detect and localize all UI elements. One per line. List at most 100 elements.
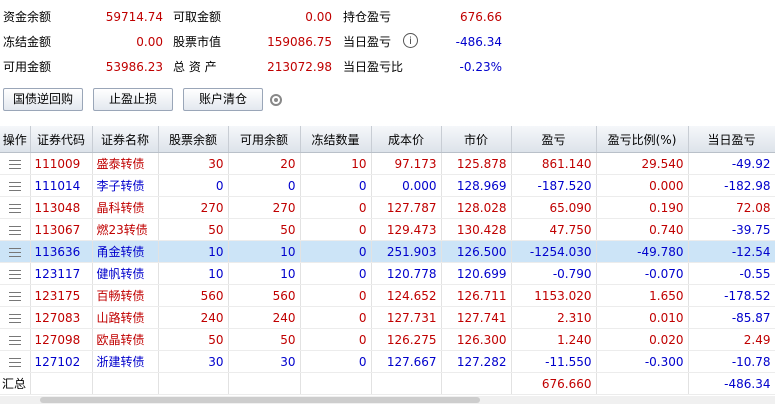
- total-label: 汇总: [0, 372, 31, 395]
- scrollbar-thumb[interactable]: [40, 397, 480, 403]
- col-header[interactable]: 盈亏: [511, 126, 597, 153]
- menu-icon[interactable]: [8, 291, 21, 301]
- gear-icon[interactable]: [270, 94, 282, 106]
- row-menu-cell[interactable]: [0, 174, 31, 197]
- col-header[interactable]: 市价: [441, 126, 512, 153]
- cell-name: 燃23转债: [92, 218, 159, 241]
- cell-balance: 30: [158, 152, 229, 175]
- row-menu-cell[interactable]: [0, 262, 31, 285]
- cell-daily-pnl: 2.49: [688, 328, 775, 351]
- row-menu-cell[interactable]: [0, 284, 31, 307]
- table-row[interactable]: 123175 百畅转债 560 560 0 124.652 126.711 1153.020 1…: [0, 284, 775, 307]
- cell-pnl: -0.790: [511, 262, 597, 285]
- cell-pnl: -11.550: [511, 350, 597, 373]
- table-row[interactable]: 127083 山路转债 240 240 0 127.731 127.741 2.310 0.01…: [0, 306, 775, 329]
- cell-price: 120.699: [441, 262, 512, 285]
- cell-available: 30: [228, 350, 301, 373]
- menu-icon[interactable]: [8, 225, 21, 235]
- table-row[interactable]: 113636 甬金转债 10 10 0 251.903 126.500 -1254.030 -4…: [0, 240, 775, 263]
- cell-pnl-ratio: 1.650: [596, 284, 689, 307]
- col-header[interactable]: 证券名称: [92, 126, 159, 153]
- cell-balance: 50: [158, 218, 229, 241]
- col-header[interactable]: 证券代码: [30, 126, 93, 153]
- table-row[interactable]: 111009 盛泰转债 30 20 10 97.173 125.878 861.140 29.5…: [0, 152, 775, 175]
- frozen-value: 0.00: [136, 35, 163, 49]
- cell-code: 127102: [30, 350, 93, 373]
- cell-frozen: 10: [300, 152, 372, 175]
- table-row[interactable]: 113067 燃23转债 50 50 0 129.473 130.428 47.750 0.74…: [0, 218, 775, 241]
- cell-cost: 124.652: [371, 284, 442, 307]
- cell-price: 126.711: [441, 284, 512, 307]
- row-menu-cell[interactable]: [0, 196, 31, 219]
- table-row[interactable]: 127098 欧晶转债 50 50 0 126.275 126.300 1.240 0.020 2…: [0, 328, 775, 351]
- col-header[interactable]: 盈亏比例(%): [596, 126, 689, 153]
- cell-cost: 251.903: [371, 240, 442, 263]
- total-assets-label: 总 资 产: [173, 60, 217, 74]
- table-row[interactable]: 113048 晶科转债 270 270 0 127.787 128.028 65.090 0.1…: [0, 196, 775, 219]
- menu-icon[interactable]: [8, 159, 21, 169]
- menu-icon[interactable]: [8, 181, 21, 191]
- col-header[interactable]: 当日盈亏: [688, 126, 775, 153]
- menu-icon[interactable]: [8, 313, 21, 323]
- menu-icon[interactable]: [8, 247, 21, 257]
- total-pnl: 676.660: [511, 372, 597, 395]
- cell-cost: 0.000: [371, 174, 442, 197]
- cell-price: 127.282: [441, 350, 512, 373]
- cell-price: 126.300: [441, 328, 512, 351]
- cell-code: 113067: [30, 218, 93, 241]
- cell-name: 晶科转债: [92, 196, 159, 219]
- reverse-repo-button[interactable]: 国债逆回购: [3, 88, 83, 111]
- cell-price: 130.428: [441, 218, 512, 241]
- col-header[interactable]: 股票余额: [158, 126, 229, 153]
- daily-pnl-label: 当日盈亏: [343, 35, 392, 49]
- cell-cost: 127.667: [371, 350, 442, 373]
- col-header[interactable]: 操作: [0, 126, 31, 153]
- cell-available: 0: [228, 174, 301, 197]
- position-pnl-label: 持仓盈亏: [343, 10, 392, 24]
- cell-name: 李子转债: [92, 174, 159, 197]
- fund-balance-value: 59714.74: [105, 10, 163, 24]
- cell-cost: 120.778: [371, 262, 442, 285]
- col-header[interactable]: 成本价: [371, 126, 442, 153]
- cell-pnl-ratio: -0.300: [596, 350, 689, 373]
- menu-icon[interactable]: [8, 357, 21, 367]
- cell-pnl: 1.240: [511, 328, 597, 351]
- frozen-label: 冻结金额: [3, 35, 52, 49]
- horizontal-scrollbar[interactable]: [0, 396, 775, 404]
- clear-account-button[interactable]: 账户清仓: [183, 88, 263, 111]
- cell-frozen: 0: [300, 284, 372, 307]
- col-header[interactable]: 冻结数量: [300, 126, 372, 153]
- row-menu-cell[interactable]: [0, 328, 31, 351]
- market-value-value: 159086.75: [267, 35, 332, 49]
- info-icon[interactable]: i: [403, 33, 418, 48]
- table-row[interactable]: 123117 健帆转债 10 10 0 120.778 120.699 -0.790 -0.07…: [0, 262, 775, 285]
- stop-profit-loss-button[interactable]: 止盈止损: [93, 88, 173, 111]
- position-pnl-value: 676.66: [460, 10, 502, 24]
- row-menu-cell[interactable]: [0, 306, 31, 329]
- menu-icon[interactable]: [8, 335, 21, 345]
- cell-pnl-ratio: 29.540: [596, 152, 689, 175]
- cell-code: 113636: [30, 240, 93, 263]
- table-row[interactable]: 111014 李子转债 0 0 0 0.000 128.969 -187.520 0.000 -1…: [0, 174, 775, 197]
- menu-icon[interactable]: [8, 203, 21, 213]
- row-menu-cell[interactable]: [0, 240, 31, 263]
- row-menu-cell[interactable]: [0, 350, 31, 373]
- cell-cost: 97.173: [371, 152, 442, 175]
- cell-daily-pnl: -39.75: [688, 218, 775, 241]
- cell-price: 125.878: [441, 152, 512, 175]
- cell-pnl: -1254.030: [511, 240, 597, 263]
- row-menu-cell[interactable]: [0, 152, 31, 175]
- col-header[interactable]: 可用余额: [228, 126, 301, 153]
- cell-available: 270: [228, 196, 301, 219]
- total-daily-pnl: -486.34: [688, 372, 775, 395]
- available-label: 可用金额: [3, 60, 52, 74]
- cell-daily-pnl: -85.87: [688, 306, 775, 329]
- cell-pnl: -187.520: [511, 174, 597, 197]
- cell-pnl: 861.140: [511, 152, 597, 175]
- cell-name: 健帆转债: [92, 262, 159, 285]
- menu-icon[interactable]: [8, 269, 21, 279]
- table-row[interactable]: 127102 浙建转债 30 30 0 127.667 127.282 -11.550 -0.3…: [0, 350, 775, 373]
- row-menu-cell[interactable]: [0, 218, 31, 241]
- cell-name: 山路转债: [92, 306, 159, 329]
- cell-frozen: 0: [300, 196, 372, 219]
